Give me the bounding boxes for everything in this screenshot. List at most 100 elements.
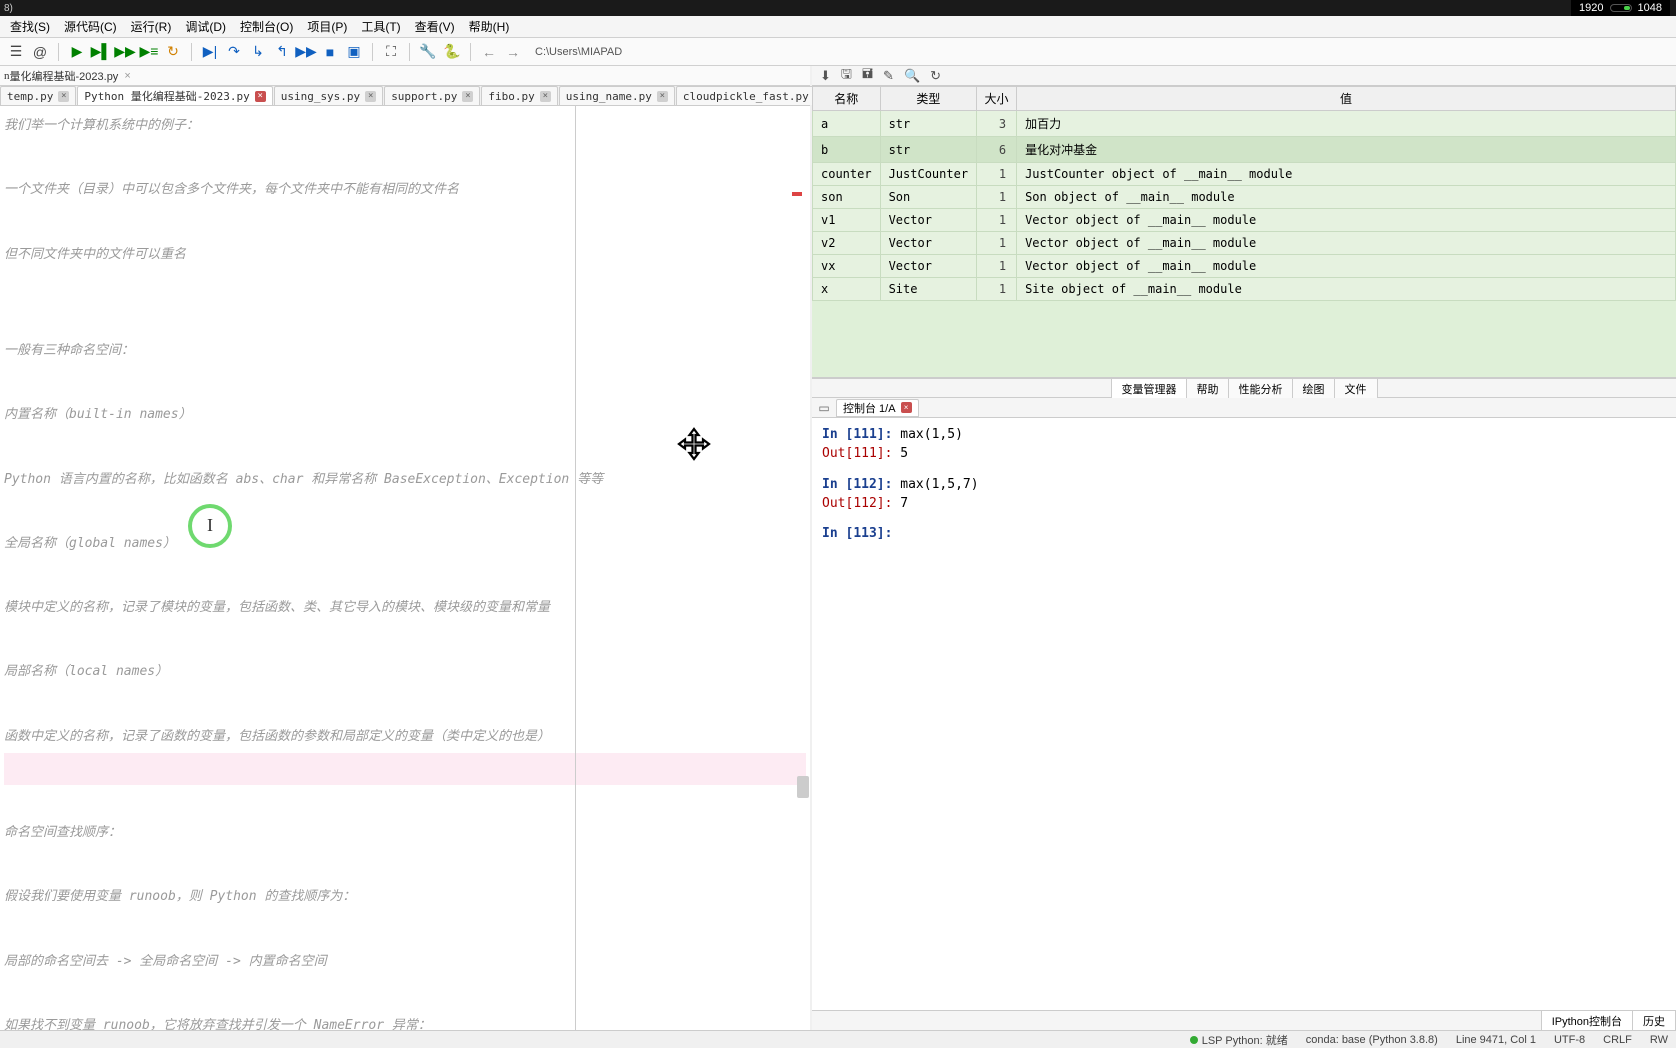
close-icon[interactable]: × — [255, 91, 266, 102]
tab-ipython[interactable]: IPython控制台 — [1541, 1010, 1633, 1032]
menu-bar[interactable]: 查找(S) 源代码(C) 运行(R) 调试(D) 控制台(O) 项目(P) 工具… — [0, 16, 1676, 38]
tab-temp[interactable]: temp.py× — [0, 86, 76, 105]
variable-row[interactable]: astr3加百力 — [813, 111, 1676, 137]
editor-line[interactable]: 一个文件夹（目录）中可以包含多个文件夹，每个文件夹中不能有相同的文件名 — [4, 174, 806, 206]
col-name[interactable]: 名称 — [813, 87, 881, 111]
editor-line[interactable]: 但不同文件夹中的文件可以重名 — [4, 239, 806, 271]
debug-file-button[interactable]: ▣ — [344, 42, 364, 62]
debug-button[interactable]: ▶| — [200, 42, 220, 62]
menu-help[interactable]: 帮助(H) — [463, 16, 516, 37]
menu-project[interactable]: 项目(P) — [301, 16, 353, 37]
editor-line[interactable]: 局部名称（local names） — [4, 656, 806, 688]
col-value[interactable]: 值 — [1017, 87, 1676, 111]
status-conda[interactable]: conda: base (Python 3.8.8) — [1306, 1034, 1438, 1046]
working-dir[interactable]: C:\Users\MIAPAD — [535, 46, 622, 58]
editor-line[interactable] — [4, 142, 806, 174]
close-icon[interactable]: × — [657, 91, 668, 102]
run-cell-advance-button[interactable]: ▶▶ — [115, 42, 135, 62]
rerun-button[interactable]: ↻ — [163, 42, 183, 62]
variable-row[interactable]: vxVector1Vector object of __main__ modul… — [813, 255, 1676, 278]
menu-run[interactable]: 运行(R) — [125, 16, 178, 37]
editor-line[interactable]: 局部的命名空间去 -> 全局命名空间 -> 内置命名空间 — [4, 946, 806, 978]
close-path-icon[interactable]: × — [124, 70, 130, 82]
tab-history[interactable]: 历史 — [1632, 1010, 1676, 1032]
run-cell-button[interactable]: ▶▌ — [91, 42, 111, 62]
tab-support[interactable]: support.py× — [384, 86, 480, 105]
outline-icon[interactable]: ☰ — [6, 42, 26, 62]
editor-line[interactable]: 如果找不到变量 runoob，它将放弃查找并引发一个 NameError 异常： — [4, 1010, 806, 1030]
import-icon[interactable]: ⬇ — [820, 68, 831, 84]
tab-plots[interactable]: 绘图 — [1292, 378, 1336, 399]
maximize-icon[interactable]: ⛶ — [381, 42, 401, 62]
variable-row[interactable]: sonSon1Son object of __main__ module — [813, 186, 1676, 209]
variable-row[interactable]: v1Vector1Vector object of __main__ modul… — [813, 209, 1676, 232]
tab-main-file[interactable]: Python 量化编程基础-2023.py× — [77, 86, 272, 105]
col-type[interactable]: 类型 — [880, 87, 976, 111]
editor-line[interactable] — [4, 914, 806, 946]
save-as-icon[interactable]: 🖬 — [862, 65, 873, 87]
editor-line[interactable]: 函数中定义的名称，记录了函数的变量，包括函数的参数和局部定义的变量（类中定义的也… — [4, 721, 806, 753]
run-selection-button[interactable]: ▶≡ — [139, 42, 159, 62]
close-icon[interactable]: × — [901, 402, 912, 413]
menu-view[interactable]: 查看(V) — [409, 16, 461, 37]
tab-help[interactable]: 帮助 — [1186, 378, 1230, 399]
editor-line[interactable] — [4, 496, 806, 528]
editor-line[interactable]: 假设我们要使用变量 runoob，则 Python 的查找顺序为： — [4, 881, 806, 913]
delete-icon[interactable]: ✎ — [883, 68, 894, 84]
menu-source[interactable]: 源代码(C) — [58, 16, 123, 37]
editor-line[interactable]: 全局名称（global names） — [4, 528, 806, 560]
editor-line[interactable]: 命名空间查找顺序： — [4, 817, 806, 849]
col-size[interactable]: 大小 — [977, 87, 1017, 111]
python-path-icon[interactable]: 🐍 — [442, 42, 462, 62]
continue-button[interactable]: ▶▶ — [296, 42, 316, 62]
search-icon[interactable]: 🔍 — [904, 68, 920, 84]
editor-line[interactable] — [4, 753, 806, 785]
variable-row[interactable]: xSite1Site object of __main__ module — [813, 278, 1676, 301]
tab-using-name[interactable]: using_name.py× — [559, 86, 675, 105]
settings-icon[interactable]: 🔧 — [418, 42, 438, 62]
save-icon[interactable]: 🖫 — [841, 65, 852, 87]
tab-cloudpickle[interactable]: cloudpickle_fast.py× — [676, 86, 832, 105]
menu-debug[interactable]: 调试(D) — [179, 16, 232, 37]
menu-tools[interactable]: 工具(T) — [355, 16, 406, 37]
console-tab[interactable]: 控制台 1/A × — [836, 399, 919, 417]
step-out-button[interactable]: ↰ — [272, 42, 292, 62]
variable-row[interactable]: v2Vector1Vector object of __main__ modul… — [813, 232, 1676, 255]
console-options-icon[interactable]: ▭ — [816, 401, 832, 415]
code-editor[interactable]: 我们举一个计算机系统中的例子： 一个文件夹（目录）中可以包含多个文件夹，每个文件… — [0, 106, 810, 1030]
menu-console[interactable]: 控制台(O) — [234, 16, 299, 37]
close-icon[interactable]: × — [540, 91, 551, 102]
ipython-console[interactable]: In [111]: max(1,5) Out[111]: 5 In [112]:… — [812, 418, 1676, 1010]
editor-line[interactable] — [4, 689, 806, 721]
editor-line[interactable] — [4, 978, 806, 1010]
editor-line[interactable] — [4, 560, 806, 592]
editor-line[interactable]: 一般有三种命名空间： — [4, 335, 806, 367]
tab-files[interactable]: 文件 — [1334, 378, 1378, 399]
close-icon[interactable]: × — [462, 91, 473, 102]
forward-button[interactable]: → — [503, 42, 523, 62]
run-button[interactable]: ▶ — [67, 42, 87, 62]
console-prompt[interactable]: In [113]: — [822, 525, 1666, 544]
editor-line[interactable] — [4, 785, 806, 817]
editor-line[interactable] — [4, 271, 806, 303]
editor-file-path[interactable]: 量化编程基础-2023.py — [10, 68, 119, 84]
back-button[interactable]: ← — [479, 42, 499, 62]
step-into-button[interactable]: ↳ — [248, 42, 268, 62]
editor-line[interactable]: 模块中定义的名称，记录了模块的变量，包括函数、类、其它导入的模块、模块级的变量和… — [4, 592, 806, 624]
refresh-icon[interactable]: ↻ — [930, 68, 941, 84]
close-icon[interactable]: × — [58, 91, 69, 102]
stop-debug-button[interactable]: ■ — [320, 42, 340, 62]
step-over-button[interactable]: ↷ — [224, 42, 244, 62]
editor-line[interactable] — [4, 303, 806, 335]
menu-find[interactable]: 查找(S) — [4, 16, 56, 37]
status-eol[interactable]: CRLF — [1603, 1034, 1632, 1046]
tab-fibo[interactable]: fibo.py× — [481, 86, 557, 105]
status-lsp[interactable]: LSP Python: 就绪 — [1190, 1032, 1288, 1048]
variable-row[interactable]: bstr6量化对冲基金 — [813, 137, 1676, 163]
editor-line[interactable]: 我们举一个计算机系统中的例子： — [4, 110, 806, 142]
editor-line[interactable] — [4, 367, 806, 399]
editor-line[interactable] — [4, 849, 806, 881]
editor-scrollbar[interactable] — [797, 776, 809, 798]
status-encoding[interactable]: UTF-8 — [1554, 1034, 1585, 1046]
editor-line[interactable] — [4, 624, 806, 656]
